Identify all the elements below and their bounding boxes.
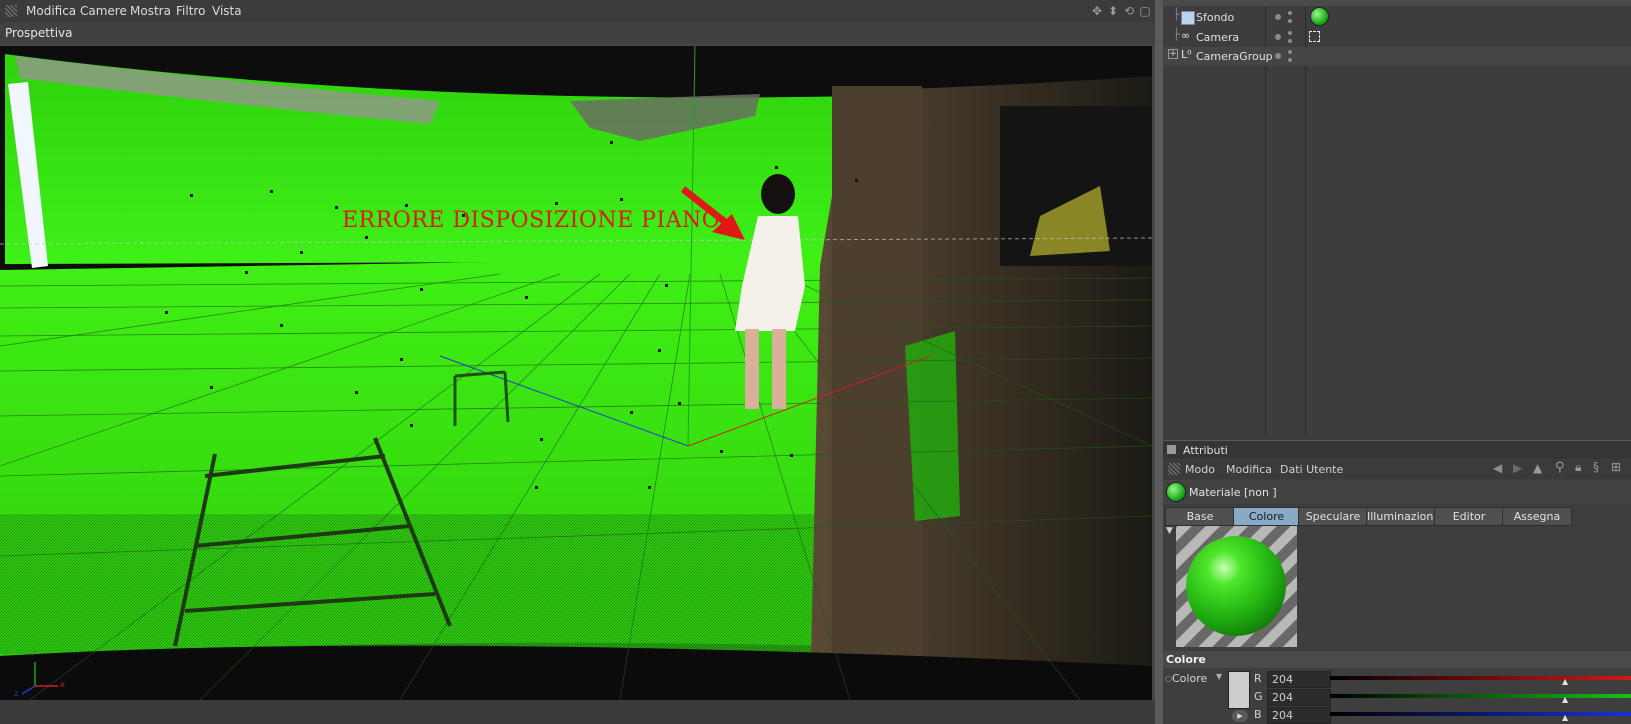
viewport-menubar: Modifica Camere Mostra Filtro Vista ✥ ⬍ …	[0, 0, 1160, 23]
protection-tag-icon[interactable]	[1309, 31, 1320, 42]
param-bullet-icon: ○	[1165, 674, 1172, 683]
viewport-panel: Modifica Camere Mostra Filtro Vista ✥ ⬍ …	[0, 0, 1160, 724]
object-name: CameraGroup	[1196, 50, 1273, 63]
tab-illuminazione[interactable]: Illuminazione	[1366, 507, 1440, 526]
render-visibility-dot-2[interactable]	[1288, 39, 1292, 43]
menu-mostra[interactable]: Mostra	[130, 4, 171, 18]
editor-visibility-dot[interactable]	[1275, 34, 1281, 40]
color-param-label: Colore	[1172, 672, 1208, 685]
r-label: R	[1254, 672, 1262, 685]
viewport-titlebar: Prospettiva	[0, 22, 1160, 44]
g-label: G	[1254, 690, 1263, 703]
render-visibility-dot[interactable]	[1288, 50, 1292, 54]
editor-visibility-dot[interactable]	[1275, 53, 1281, 59]
new-panel-icon[interactable]: ⊞	[1611, 460, 1621, 474]
object-row-sfondo[interactable]: ├ Sfondo	[1163, 7, 1631, 27]
color-swatch[interactable]	[1228, 671, 1250, 709]
lock-icon[interactable]: 🔒︎	[1575, 460, 1581, 475]
up-arrow-icon[interactable]: ▲	[1533, 461, 1542, 475]
expand-color-icon[interactable]: ▶	[1232, 710, 1248, 722]
rotate-view-icon[interactable]: ⟲	[1122, 4, 1136, 18]
drag-grip-icon[interactable]	[5, 5, 17, 17]
b-slider-handle[interactable]: ▲	[1562, 713, 1568, 722]
render-visibility-dot-2[interactable]	[1288, 58, 1292, 62]
column-separator	[1265, 6, 1266, 436]
menu-vista[interactable]: Vista	[212, 4, 242, 18]
material-tag-icon[interactable]	[1310, 7, 1329, 26]
null-group-icon: L⁰	[1181, 48, 1192, 61]
attributes-title: Attributi	[1183, 444, 1228, 457]
search-icon[interactable]: ⚲	[1555, 460, 1565, 475]
object-name: Camera	[1196, 31, 1240, 44]
b-value-field[interactable]: 204	[1267, 707, 1331, 724]
render-visibility-dot[interactable]	[1288, 31, 1292, 35]
panel-menu-icon[interactable]	[1167, 445, 1176, 454]
panel-divider[interactable]	[1155, 0, 1163, 724]
viewport-bottom-bar	[0, 700, 1160, 724]
tab-colore[interactable]: Colore	[1233, 507, 1300, 526]
viewport-scene[interactable]: y x z ERRORE DISPOSIZIONE PIANO	[0, 46, 1152, 700]
object-name: Sfondo	[1196, 11, 1235, 24]
axis-label-y: y	[32, 646, 37, 655]
forward-arrow-icon[interactable]: ▶	[1513, 461, 1522, 475]
background-icon	[1181, 11, 1195, 25]
tree-line: ├	[1173, 8, 1180, 21]
tree-line: ├	[1173, 28, 1180, 41]
color-dropdown-icon[interactable]: ▼	[1216, 672, 1222, 681]
r-slider-handle[interactable]: ▲	[1562, 677, 1568, 686]
colore-section-header: Colore	[1163, 651, 1631, 668]
zoom-view-icon[interactable]: ⬍	[1106, 4, 1120, 18]
preview-collapse-icon[interactable]: ▼	[1166, 526, 1173, 536]
material-label: Materiale [non ]	[1189, 486, 1277, 499]
r-slider[interactable]	[1330, 676, 1631, 680]
back-arrow-icon[interactable]: ◀	[1493, 461, 1502, 475]
section-title: Colore	[1166, 653, 1206, 666]
menu-dati-utente[interactable]: Dati Utente	[1280, 463, 1343, 476]
move-view-icon[interactable]: ✥	[1090, 4, 1104, 18]
axis-label-x: x	[60, 680, 65, 689]
drag-grip-icon[interactable]	[1168, 463, 1180, 475]
attributes-menubar: Modo Modifica Dati Utente ◀ ▶ ▲ ⚲ 🔒︎ § ⊞	[1163, 459, 1631, 479]
expand-toggle-icon[interactable]: +	[1168, 49, 1178, 59]
link-icon[interactable]: §	[1593, 460, 1599, 474]
scene-render	[0, 46, 1152, 700]
g-slider-handle[interactable]: ▲	[1562, 695, 1568, 704]
floor-hatch	[0, 514, 840, 654]
tab-base[interactable]: Base	[1165, 507, 1235, 526]
material-ball-icon	[1166, 482, 1186, 502]
g-slider[interactable]	[1330, 694, 1631, 698]
material-preview[interactable]	[1176, 526, 1297, 647]
editor-visibility-dot[interactable]	[1275, 14, 1281, 20]
maximize-view-icon[interactable]: ▢	[1138, 4, 1152, 18]
g-value-field[interactable]: 204	[1267, 689, 1331, 706]
b-label: B	[1254, 708, 1262, 721]
render-visibility-dot[interactable]	[1288, 11, 1292, 15]
render-visibility-dot-2[interactable]	[1288, 19, 1292, 23]
menu-modifica[interactable]: Modifica	[26, 4, 76, 18]
axis-label-z: z	[14, 689, 19, 698]
tab-speculare[interactable]: Speculare	[1298, 507, 1368, 526]
tab-editor[interactable]: Editor	[1434, 507, 1504, 526]
menu-camere[interactable]: Camere	[80, 4, 127, 18]
material-sphere	[1186, 536, 1286, 636]
material-header: Materiale [non ]	[1163, 480, 1631, 504]
menu-modifica-attr[interactable]: Modifica	[1226, 463, 1272, 476]
attributes-titlebar: Attributi	[1163, 440, 1631, 459]
b-slider[interactable]	[1330, 712, 1631, 716]
r-value-field[interactable]: 204	[1267, 671, 1331, 688]
object-row-cameragroup[interactable]: + L⁰ CameraGroup	[1163, 47, 1631, 66]
menu-filtro[interactable]: Filtro	[176, 4, 205, 18]
viewport-title: Prospettiva	[5, 26, 73, 40]
tab-assegna[interactable]: Assegna	[1502, 507, 1572, 526]
error-annotation-text: ERRORE DISPOSIZIONE PIANO	[342, 208, 721, 233]
object-row-camera[interactable]: ├ ∞ Camera	[1163, 28, 1631, 47]
camera-icon: ∞	[1181, 29, 1191, 42]
column-separator-2	[1305, 6, 1306, 436]
object-manager-header	[1163, 0, 1631, 6]
object-manager: ├ Sfondo ├ ∞ Camera + L⁰ CameraGroup	[1163, 0, 1631, 440]
menu-modo[interactable]: Modo	[1185, 463, 1215, 476]
